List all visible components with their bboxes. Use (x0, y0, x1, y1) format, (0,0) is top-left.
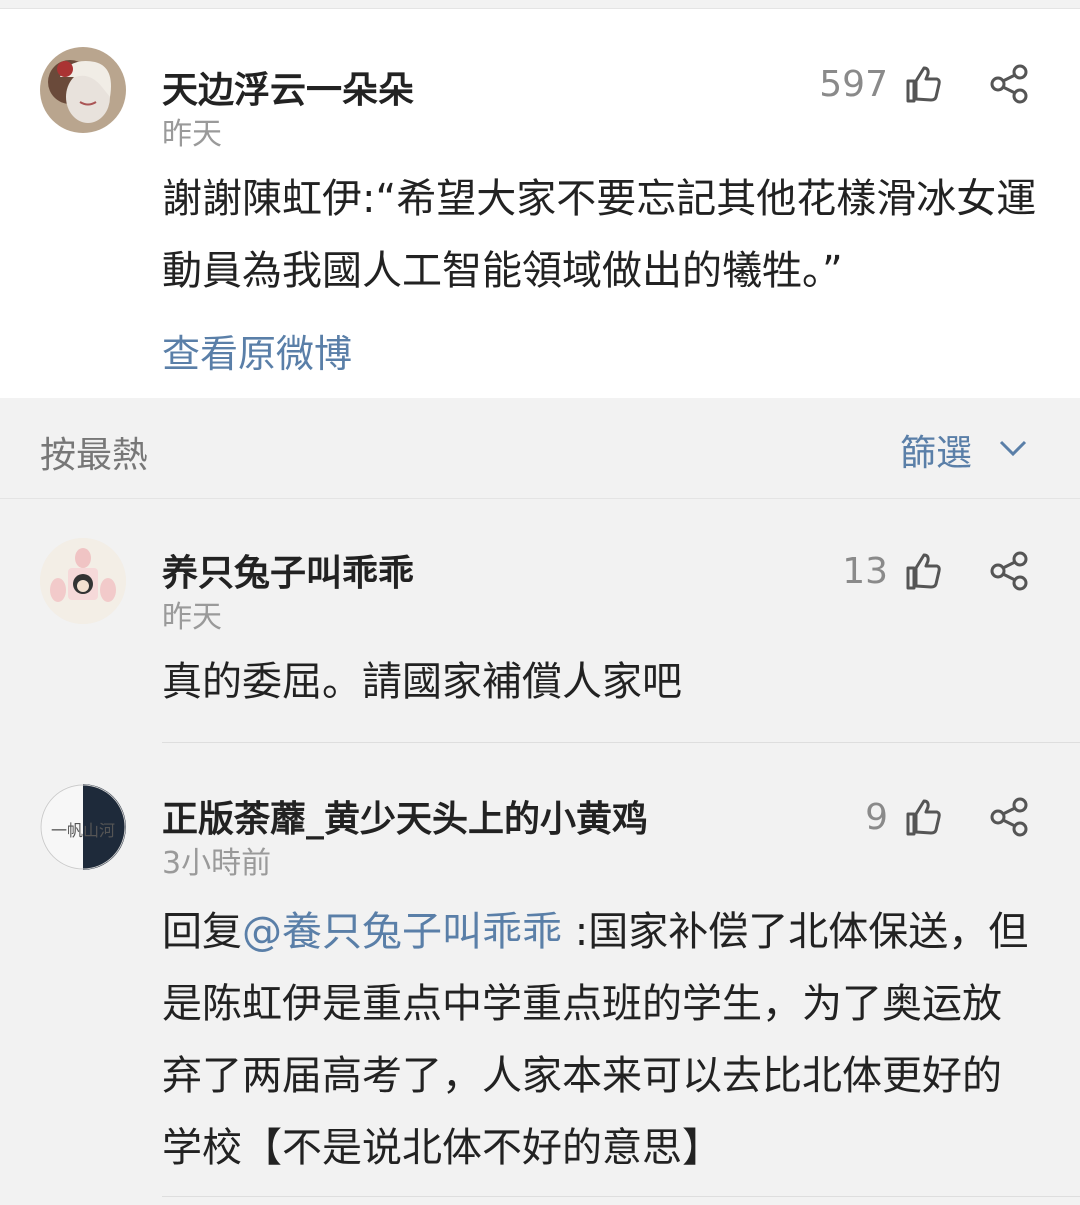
comment-text: 回复@養只兔子叫乖乖 :国家补偿了北体保送，但是陈虹伊是重点中学重点班的学生，为… (162, 896, 1040, 1184)
share-icon[interactable] (988, 550, 1030, 592)
sort-by-hottest[interactable]: 按最熱 (40, 426, 148, 478)
reply-prefix: 回复 (162, 909, 242, 955)
avatar[interactable] (40, 538, 126, 624)
avatar[interactable]: 一帆山河 (40, 784, 126, 870)
like-count: 9 (865, 796, 888, 838)
divider (162, 742, 1080, 743)
share-icon[interactable] (988, 796, 1030, 838)
username[interactable]: 天边浮云一朵朵 (162, 61, 414, 113)
thumbs-up-icon[interactable] (902, 63, 944, 105)
main-comment: 天边浮云一朵朵 昨天 597 謝謝陳虹伊:“希望大家不要忘記其他花樣滑冰女運動員… (0, 9, 1080, 399)
timestamp: 3小時前 (162, 846, 272, 881)
chevron-down-icon (998, 438, 1028, 462)
like-count: 13 (842, 550, 888, 592)
view-original-link[interactable]: 查看原微博 (162, 323, 352, 378)
timestamp: 昨天 (162, 600, 222, 635)
comment-actions: 9 (865, 796, 1030, 838)
share-icon[interactable] (988, 63, 1030, 105)
comment-text: 真的委屈。請國家補償人家吧 (162, 659, 682, 705)
reply-comment: 养只兔子叫乖乖 昨天 13 真的委屈。請國家補償人家吧 (0, 500, 1080, 743)
filter-button[interactable]: 篩選 (900, 424, 1028, 476)
divider (162, 1196, 1080, 1197)
username[interactable]: 养只兔子叫乖乖 (162, 544, 414, 596)
reply-comment: 一帆山河 正版荼蘼_黄少天头上的小黄鸡 3小時前 9 回复@養只兔子叫乖乖 :国… (0, 744, 1080, 1205)
thumbs-up-icon[interactable] (902, 796, 944, 838)
filter-label: 篩選 (899, 433, 972, 474)
sort-bar: 按最熱 篩選 (0, 398, 1080, 499)
top-divider (0, 0, 1080, 9)
username[interactable]: 正版荼蘼_黄少天头上的小黄鸡 (162, 790, 648, 842)
comment-actions: 13 (842, 550, 1030, 592)
mention-link[interactable]: @養只兔子叫乖乖 (242, 909, 562, 955)
thumbs-up-icon[interactable] (902, 550, 944, 592)
like-count: 597 (819, 63, 888, 105)
comment-text: 謝謝陳虹伊:“希望大家不要忘記其他花樣滑冰女運動員為我國人工智能領域做出的犧牲。… (162, 176, 1037, 294)
avatar[interactable] (40, 47, 126, 133)
timestamp: 昨天 (162, 117, 222, 152)
avatar-logo-text: 一帆山河 (51, 821, 115, 840)
comment-actions: 597 (819, 63, 1030, 105)
